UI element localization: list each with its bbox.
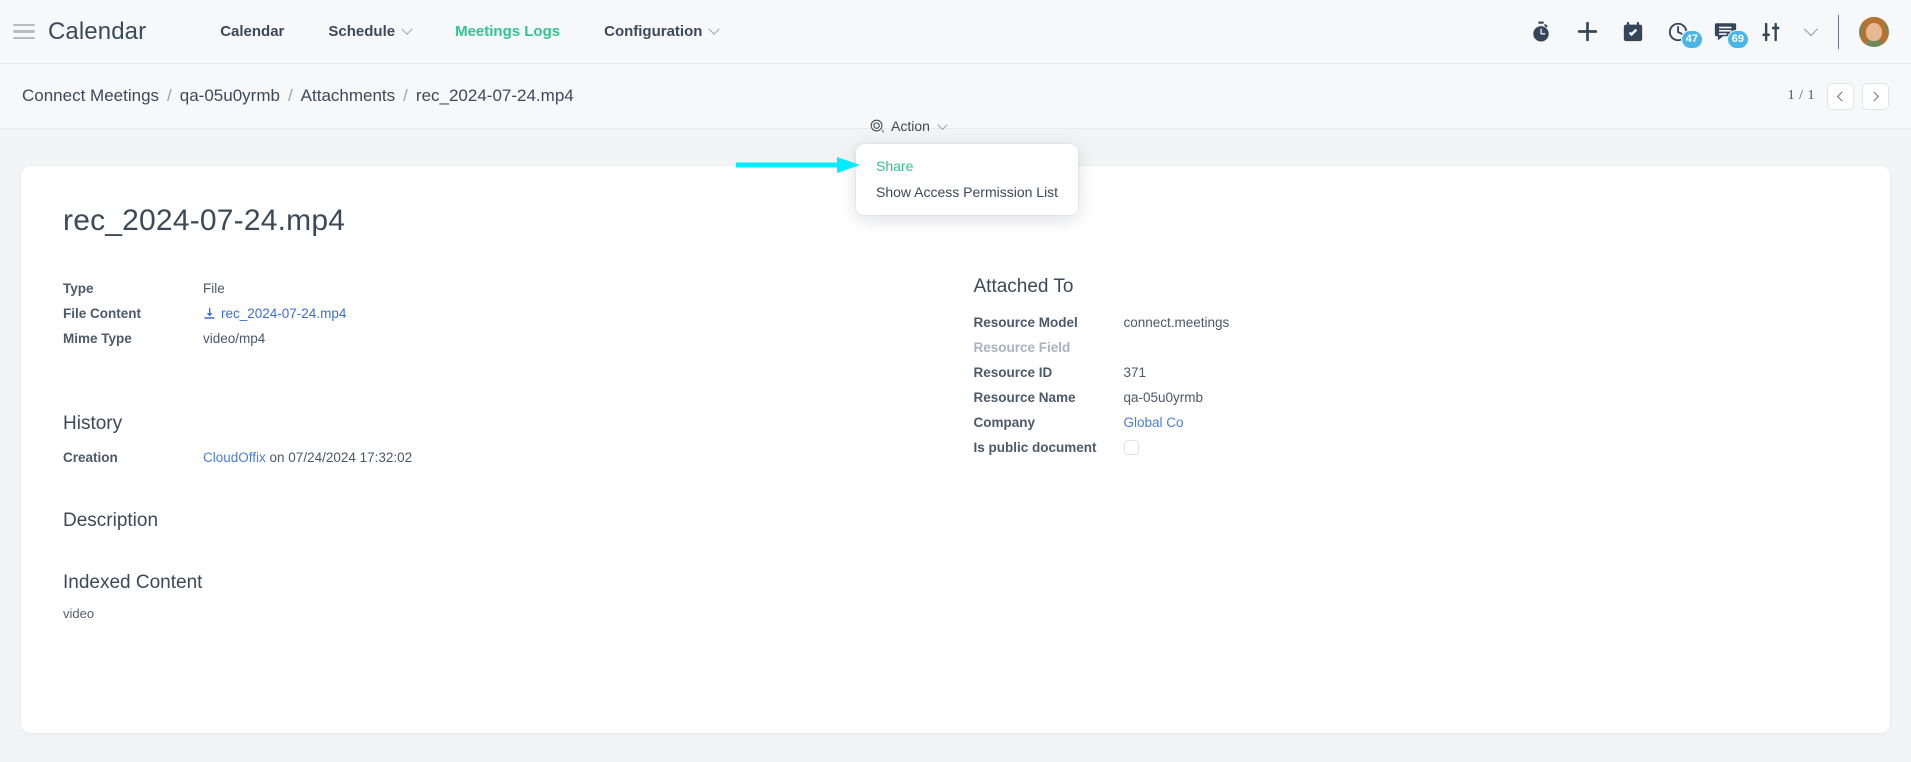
avatar-graphic [1866, 23, 1882, 42]
pager-next-button[interactable] [1862, 82, 1889, 110]
pager-previous-button[interactable] [1827, 82, 1854, 110]
breadcrumb-separator: / [403, 86, 408, 105]
history-section: History Creation CloudOffix on 07/24/202… [53, 413, 956, 470]
field-row-resource-model: Resource Model connect.meetings [974, 310, 1859, 335]
breadcrumb: Connect Meetings / qa-05u0yrmb / Attachm… [22, 86, 574, 106]
field-value-creation: CloudOffix on 07/24/2024 17:32:02 [203, 445, 412, 470]
stopwatch-icon[interactable] [1528, 19, 1554, 45]
status-badge: 47 [1680, 29, 1703, 49]
breadcrumb-bar: Connect Meetings / qa-05u0yrmb / Attachm… [0, 64, 1911, 129]
action-dropdown-menu: Share Show Access Permission List [856, 144, 1079, 215]
messages-icon[interactable]: 69 [1712, 19, 1749, 49]
field-row-resource-field: Resource Field [974, 335, 1859, 360]
field-label: Is public document [973, 440, 1097, 455]
clock-activity-icon[interactable]: 47 [1666, 19, 1703, 49]
attachment-detail-card: rec_2024-07-24.mp4 Type File File Conten… [21, 166, 1890, 733]
chevron-down-icon [937, 119, 948, 130]
chevron-left-icon [1836, 91, 1847, 101]
breadcrumb-item-record[interactable]: qa-05u0yrmb [180, 86, 280, 106]
menu-item-configuration[interactable]: Configuration [582, 0, 740, 64]
menu-item-share[interactable]: Share [856, 153, 1078, 179]
breadcrumb-item-attachments[interactable]: Attachments [301, 86, 396, 106]
top-right-toolbar: 47 69 [1528, 0, 1893, 64]
field-value-resource-id: 371 [1123, 365, 1147, 380]
menu-item-label: Configuration [604, 23, 703, 40]
pager-count: 1 / 1 [1787, 88, 1815, 103]
app-brand-title: Calendar [48, 17, 147, 45]
calendar-check-icon[interactable] [1620, 19, 1646, 45]
field-label: Resource Model [973, 315, 1078, 330]
field-row-type: Type File [53, 276, 956, 301]
indexed-content-body: video [63, 606, 95, 621]
field-row-is-public-document: Is public document [974, 435, 1859, 460]
creation-timestamp: on 07/24/2024 17:32:02 [265, 450, 413, 465]
field-value-mime-type: video/mp4 [203, 331, 266, 346]
field-row-company: Company Global Co [974, 410, 1859, 435]
download-icon [204, 308, 215, 319]
field-row-creation: Creation CloudOffix on 07/24/2024 17:32:… [53, 445, 956, 470]
field-label: Creation [63, 450, 118, 465]
left-field-column: Type File File Content rec_2024-07-24.mp… [53, 276, 956, 621]
field-label: Resource Field [973, 340, 1071, 355]
field-columns: Type File File Content rec_2024-07-24.mp… [53, 276, 1858, 621]
breadcrumb-separator: / [167, 86, 172, 105]
chevron-down-icon [708, 23, 721, 35]
action-menu-container: Action Share Show Access Permission List [856, 116, 1079, 215]
field-label: Resource ID [973, 365, 1053, 380]
hamburger-menu-icon[interactable] [0, 0, 48, 64]
field-row-resource-name: Resource Name qa-05u0yrmb [974, 385, 1859, 410]
chevron-down-icon[interactable] [1803, 21, 1819, 36]
action-gear-icon [870, 119, 885, 133]
description-section-title: Description [63, 510, 159, 531]
field-value-resource-model: connect.meetings [1123, 315, 1230, 330]
hamburger-bar [13, 23, 35, 27]
creation-author-link[interactable]: CloudOffix [203, 450, 266, 465]
hamburger-bar [13, 36, 35, 40]
chevron-right-icon [1869, 91, 1880, 101]
plus-icon[interactable] [1574, 19, 1600, 45]
sliders-icon[interactable] [1758, 19, 1784, 45]
history-section-title: History [63, 413, 123, 434]
menu-item-schedule[interactable]: Schedule [306, 0, 433, 64]
field-value-type: File [203, 281, 225, 296]
field-row-mime-type: Mime Type video/mp4 [53, 326, 956, 351]
menu-item-label: Schedule [328, 23, 396, 40]
field-row-file-content: File Content rec_2024-07-24.mp4 [53, 301, 956, 326]
action-button[interactable]: Action [866, 116, 950, 136]
attached-to-title: Attached To [973, 276, 1074, 297]
breadcrumb-separator: / [287, 86, 293, 105]
field-label: Type [63, 281, 94, 296]
main-menu: Calendar Schedule Meetings Logs Configur… [198, 0, 740, 64]
field-value-company-link[interactable]: Global Co [1124, 410, 1184, 435]
description-section: Description [53, 510, 956, 532]
file-download-link[interactable]: rec_2024-07-24.mp4 [203, 301, 346, 326]
field-label: Resource Name [973, 390, 1076, 405]
field-label: Company [973, 415, 1036, 430]
toolbar-divider [1838, 14, 1839, 49]
field-row-resource-id: Resource ID 371 [974, 360, 1859, 385]
indexed-content-section: Indexed Content video [53, 572, 956, 621]
file-download-label: rec_2024-07-24.mp4 [221, 306, 347, 321]
menu-item-meetings-logs[interactable]: Meetings Logs [433, 0, 582, 64]
avatar[interactable] [1859, 16, 1889, 47]
menu-item-show-access-permission-list[interactable]: Show Access Permission List [856, 179, 1078, 205]
hamburger-bar [13, 30, 35, 33]
menu-item-label: Meetings Logs [455, 23, 561, 40]
field-value-resource-name: qa-05u0yrmb [1123, 390, 1204, 405]
menu-item-label: Calendar [220, 23, 285, 40]
top-navigation-bar: Calendar Calendar Schedule Meetings Logs… [0, 0, 1911, 64]
action-button-label: Action [891, 118, 930, 134]
status-badge: 69 [1726, 29, 1749, 49]
breadcrumb-item-connect-meetings[interactable]: Connect Meetings [22, 86, 159, 106]
record-pager: 1 / 1 [1787, 82, 1889, 110]
chevron-down-icon [401, 23, 413, 35]
menu-item-calendar[interactable]: Calendar [198, 0, 306, 64]
right-field-column: Attached To Resource Model connect.meeti… [956, 276, 1859, 621]
indexed-content-section-title: Indexed Content [63, 572, 203, 593]
is-public-document-checkbox[interactable] [1123, 440, 1139, 455]
breadcrumb-item-current: rec_2024-07-24.mp4 [415, 86, 574, 105]
field-label: Mime Type [63, 331, 132, 346]
field-label: File Content [63, 306, 141, 321]
